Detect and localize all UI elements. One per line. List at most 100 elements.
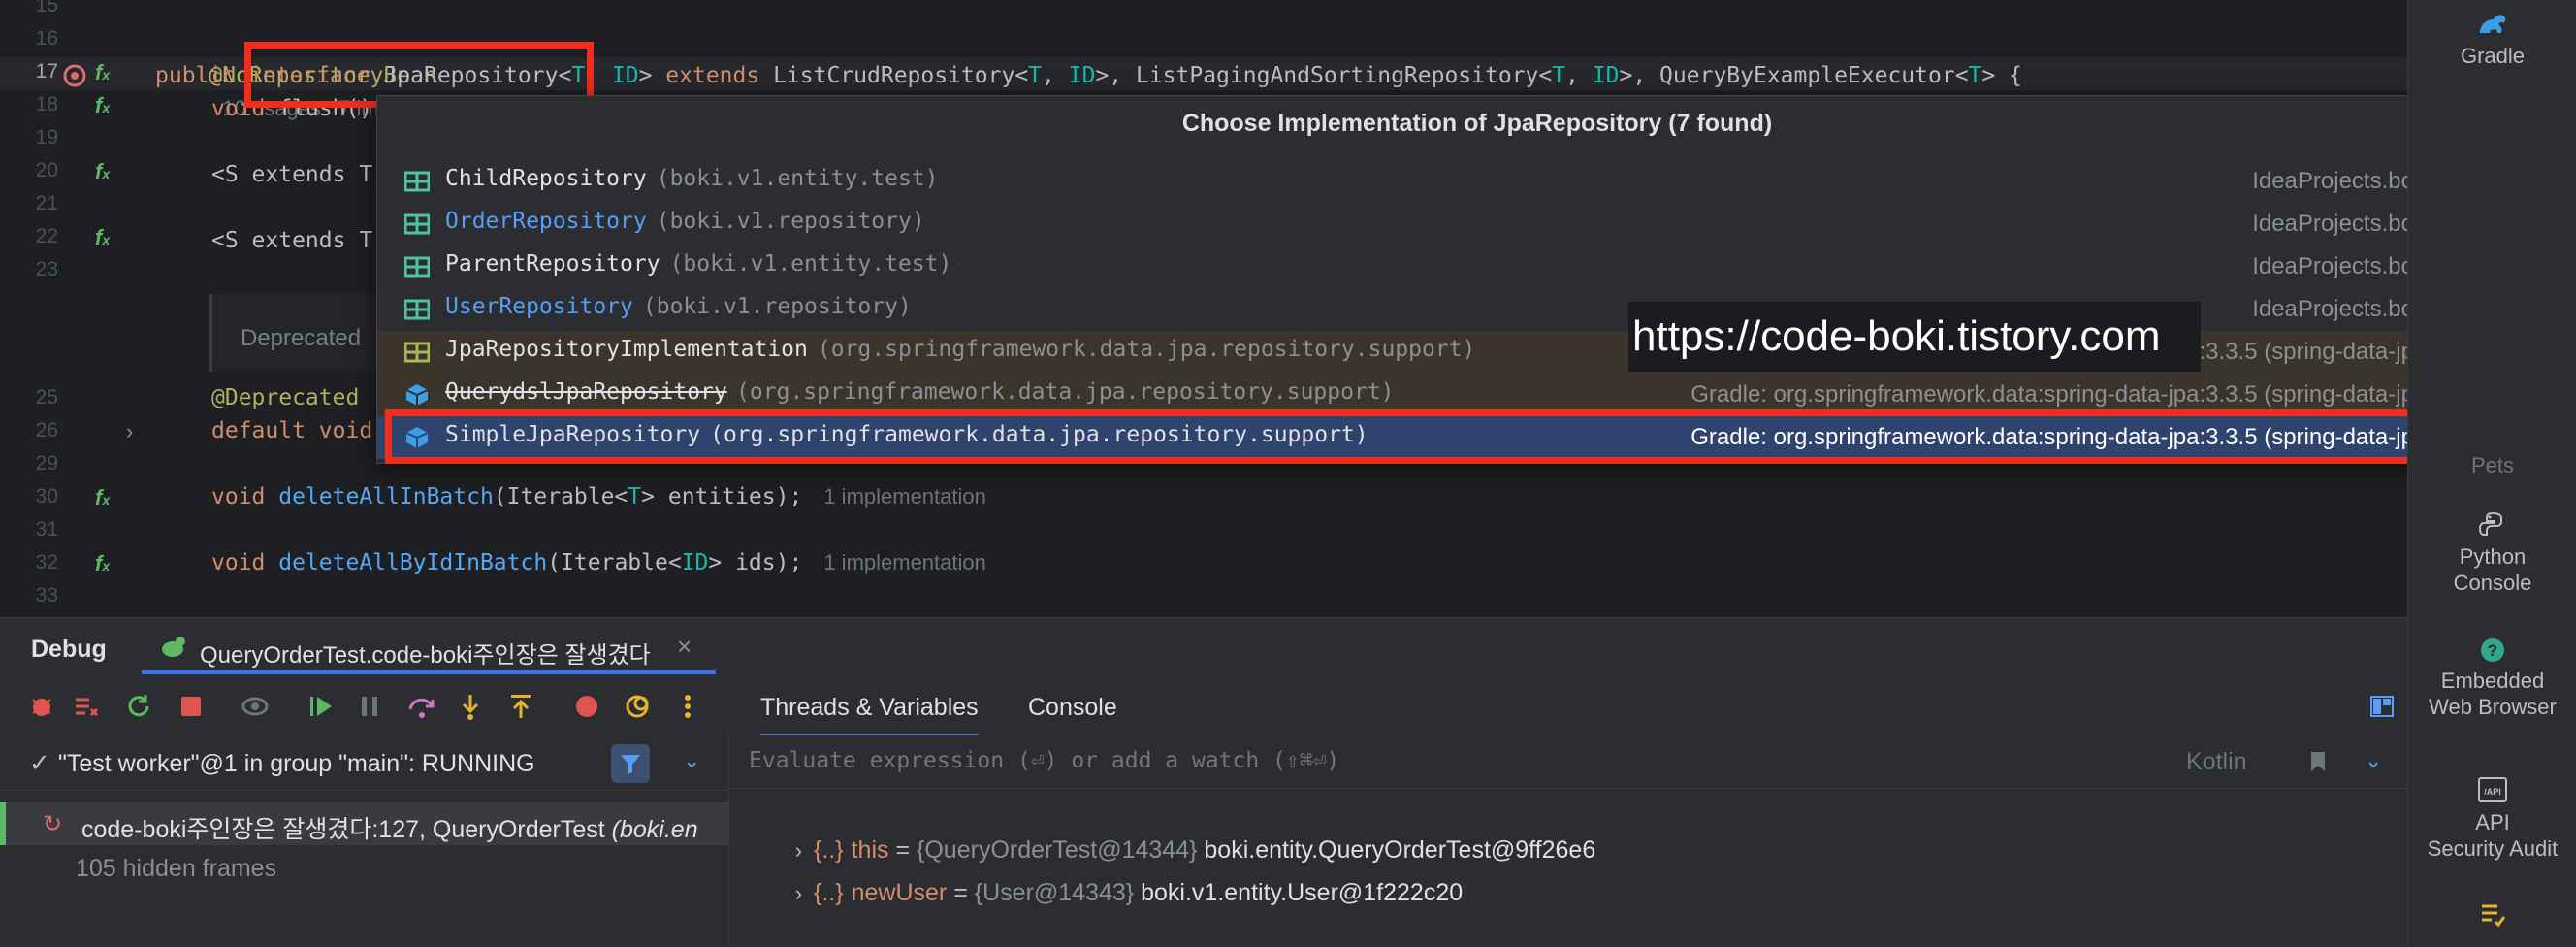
debug-session-label: QueryOrderTest.code-boki주인장은 잘생겼다 — [200, 642, 651, 669]
help-icon: ? — [2481, 638, 2504, 662]
type-param: T — [1028, 63, 1043, 88]
line-number: 29 — [35, 452, 58, 474]
thread-label: "Test worker"@1 in group "main": RUNNING — [58, 750, 535, 777]
chevron-down-icon[interactable]: ⌄ — [2365, 748, 2382, 773]
code-text: <S extends T — [211, 228, 373, 253]
rerun-debug-icon[interactable] — [27, 692, 56, 721]
implemented-marker-icon[interactable]: fx — [95, 225, 120, 250]
implementation-name: UserRepository (boki.v1.repository) — [445, 294, 912, 319]
frame-method: code-boki주인장은 잘생겼다:127, QueryOrderTest — [81, 816, 612, 843]
resume-icon[interactable] — [306, 692, 336, 721]
expand-chevron-icon[interactable]: › — [795, 881, 802, 905]
line-number: 17 — [35, 60, 58, 82]
thread-selector[interactable]: ✓ "Test worker"@1 in group "main": RUNNI… — [0, 735, 729, 791]
class-name: UserRepository — [445, 294, 633, 319]
language-selector[interactable]: Kotlin — [2186, 748, 2247, 776]
debug-session-tab[interactable]: QueryOrderTest.code-boki주인장은 잘생겼다 × — [142, 618, 716, 674]
step-into-icon[interactable] — [456, 692, 485, 721]
checklist-icon — [2482, 904, 2506, 928]
rerun-failed-icon[interactable] — [72, 692, 101, 721]
chevron-down-icon[interactable]: ⌄ — [683, 748, 700, 773]
tool-embedded-browser[interactable]: ? Embedded Web Browser — [2408, 637, 2576, 720]
implementation-item[interactable]: OrderRepository (boki.v1.repository) Idea… — [377, 203, 2576, 245]
keyword: void — [305, 418, 373, 443]
step-over-icon[interactable] — [407, 692, 436, 721]
implementation-name: OrderRepository (boki.v1.repository) — [445, 209, 925, 234]
tab-console[interactable]: Console — [1028, 694, 1117, 722]
code-text: > { — [1981, 63, 2022, 88]
package-name: (org.springframework.data.jpa.repository… — [736, 379, 1395, 405]
tool-gradle[interactable]: Gradle — [2408, 10, 2576, 69]
breakpoint-icon[interactable] — [572, 692, 601, 721]
stop-icon[interactable] — [177, 692, 206, 721]
class-name: JpaRepositoryImplementation — [445, 337, 808, 362]
implementation-item[interactable]: UserRepository (boki.v1.repository) IdeaP… — [377, 288, 2576, 331]
line-number: 19 — [35, 126, 58, 148]
line-number: 26 — [35, 419, 58, 441]
implementation-item[interactable]: JpaRepositoryImplementation (org.springfr… — [377, 331, 2576, 374]
fold-chevron-icon[interactable]: › — [126, 419, 133, 444]
class-icon — [404, 213, 430, 235]
keyword: public — [155, 63, 237, 88]
watermark-url: https://code-boki.tistory.com — [1628, 302, 2201, 372]
more-options-icon[interactable] — [673, 692, 702, 721]
implemented-marker-icon[interactable]: fx — [95, 485, 120, 510]
implemented-marker-icon[interactable]: fx — [95, 159, 120, 184]
tool-label: Embedded — [2440, 669, 2545, 693]
tool-python-console[interactable]: Python Console — [2408, 510, 2576, 596]
mute-breakpoints-icon[interactable] — [623, 692, 652, 721]
tool-api-security-audit[interactable]: /API API Security Audit — [2408, 774, 2576, 862]
hidden-frames-label[interactable]: 105 hidden frames — [76, 855, 276, 883]
code-text: >, ListPagingAndSortingRepository< — [1095, 63, 1553, 88]
stack-frame-label: code-boki주인장은 잘생겼다:127, QueryOrderTest (… — [81, 810, 698, 845]
implementation-hint[interactable]: 1 implementation — [823, 484, 986, 508]
type-param: ID — [681, 550, 709, 575]
test-run-icon — [162, 637, 185, 657]
line-number: 22 — [35, 225, 58, 247]
bookmark-icon[interactable] — [2308, 750, 2328, 773]
frame-package: (boki.en — [611, 816, 698, 843]
tool-pets[interactable]: Pets — [2408, 448, 2576, 478]
method-name: deleteAllInBatch — [278, 484, 494, 509]
step-out-icon[interactable] — [506, 692, 535, 721]
variable-row[interactable]: › {..} newUser = {User@14343} boki.v1.enti… — [755, 851, 1463, 906]
implementation-hint[interactable]: 1 implementation — [823, 550, 986, 574]
implemented-marker-icon[interactable]: fx — [95, 551, 120, 576]
implemented-marker-icon[interactable]: fx — [95, 60, 120, 85]
code-text: <S extends T — [211, 162, 373, 187]
evaluate-expression-input[interactable] — [749, 748, 2155, 773]
layout-icon[interactable] — [2370, 696, 2394, 717]
code-text: > — [638, 63, 666, 88]
type-param: ID — [1068, 63, 1096, 88]
tool-label: Python — [2459, 544, 2527, 569]
package-name: (org.springframework.data.jpa.repository… — [817, 337, 1476, 362]
python-icon — [2478, 511, 2502, 536]
evaluate-expression-bar: Kotlin ⌄ — [729, 735, 2407, 789]
tool-todo[interactable] — [2408, 900, 2576, 930]
filter-button[interactable] — [611, 744, 650, 783]
implementation-item[interactable]: ChildRepository (boki.v1.entity.test) Ide… — [377, 160, 2576, 203]
line-number: 16 — [35, 27, 58, 49]
variable-row[interactable]: › {..} this = {QueryOrderTest@14344} boki.… — [755, 808, 1596, 864]
view-breakpoints-icon[interactable] — [241, 692, 270, 721]
restart-icon[interactable] — [124, 692, 153, 721]
choose-implementation-popup[interactable]: Choose Implementation of JpaRepository (… — [376, 95, 2576, 464]
close-icon[interactable]: × — [677, 632, 692, 662]
class-icon — [404, 171, 430, 192]
implemented-marker-icon[interactable]: fx — [95, 93, 120, 118]
implementation-location: Gradle: org.springframework.data:spring-… — [1690, 381, 2527, 408]
pause-icon[interactable] — [355, 692, 384, 721]
implementation-item[interactable]: ParentRepository (boki.v1.entity.test) Id… — [377, 245, 2576, 288]
stack-frame-selected[interactable]: ↻ code-boki주인장은 잘생겼다:127, QueryOrderTest… — [0, 802, 729, 845]
line-number: 21 — [35, 192, 58, 214]
type-param: ID — [611, 63, 639, 88]
line-number: 31 — [35, 518, 58, 540]
line-number: 20 — [35, 159, 58, 181]
type-param: T — [1968, 63, 1982, 88]
tool-label: Gradle — [2460, 44, 2526, 68]
tab-threads-variables[interactable]: Threads & Variables — [760, 694, 979, 737]
filter-icon — [621, 755, 640, 774]
override-marker-icon[interactable] — [62, 63, 87, 88]
line-number: 25 — [35, 386, 58, 408]
svg-text:/API: /API — [2484, 787, 2501, 797]
